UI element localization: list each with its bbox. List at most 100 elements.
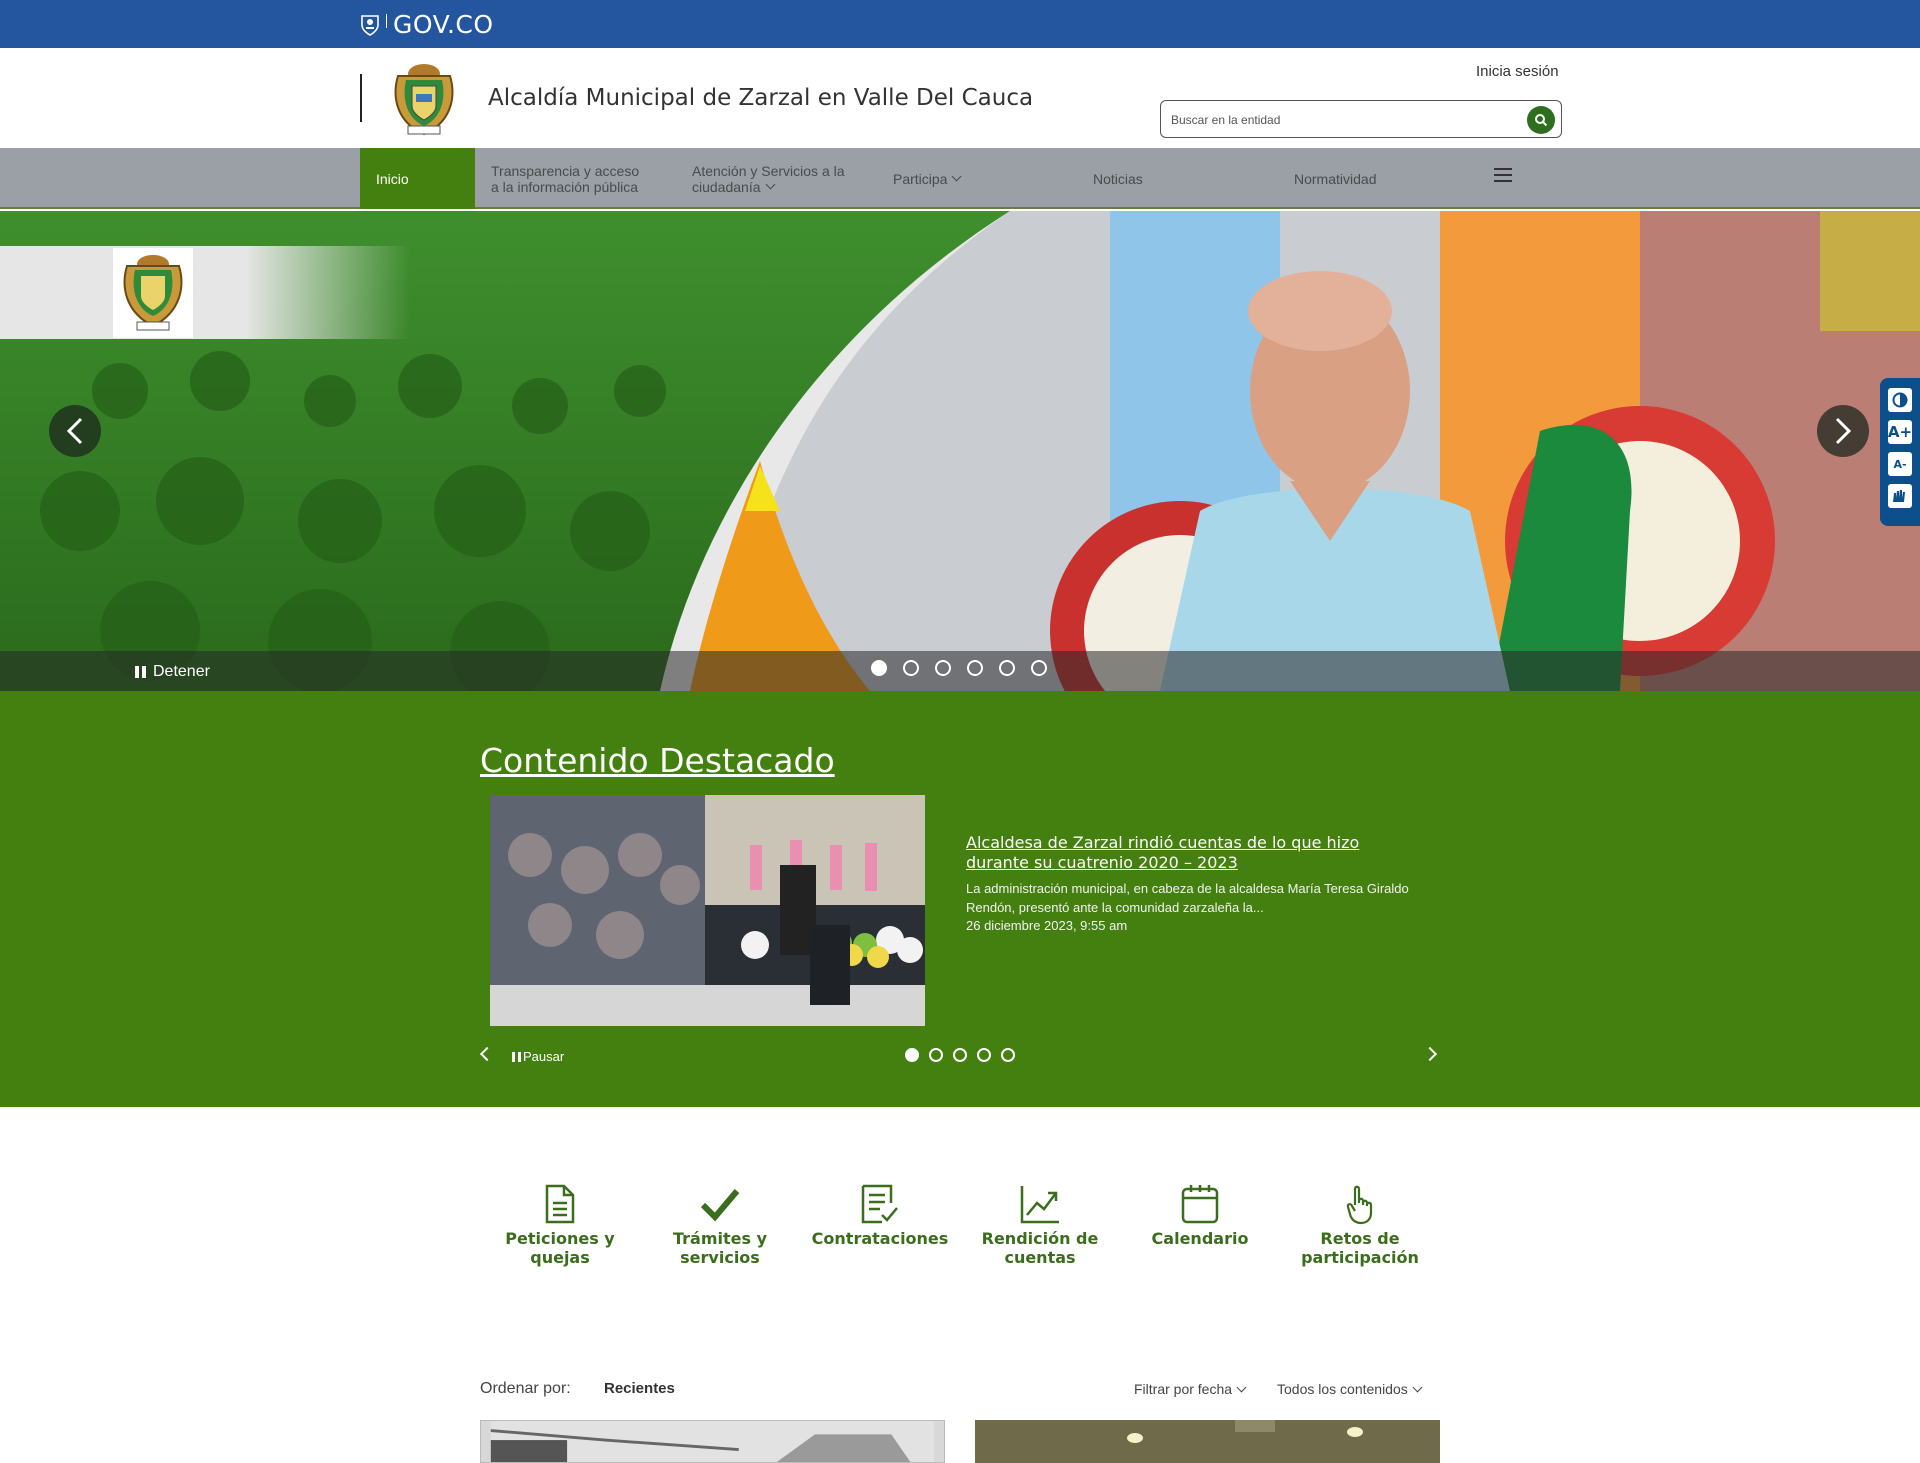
hero-next-button[interactable] — [1817, 405, 1869, 457]
stop-label: Detener — [153, 663, 210, 680]
date-filter-dropdown[interactable]: Filtrar por fecha — [1134, 1381, 1247, 1397]
quick-link-retos[interactable]: Retos de participación — [1280, 1175, 1440, 1285]
nav-item-label-line1: Atención y Servicios a la — [692, 162, 845, 179]
hero-dot[interactable] — [871, 660, 887, 676]
hero-carousel: Detener — [0, 211, 1920, 691]
featured-dot[interactable] — [1001, 1048, 1015, 1062]
quick-link-label: Retos de participación — [1301, 1229, 1419, 1267]
document-icon — [545, 1184, 575, 1224]
pause-icon — [135, 666, 146, 678]
nav-item-label: Transparencia y acceso a la información … — [491, 163, 639, 195]
gov-co-logo[interactable]: GOV.CO — [360, 10, 494, 39]
featured-dot[interactable] — [929, 1048, 943, 1062]
quick-link-contrataciones[interactable]: Contrataciones — [800, 1175, 960, 1285]
featured-news-image[interactable] — [490, 795, 925, 1026]
pause-icon — [512, 1051, 521, 1062]
featured-title[interactable]: Contenido Destacado — [480, 741, 835, 780]
featured-section: Contenido Destacado Alcaldesa de Zarzal … — [0, 691, 1920, 1107]
content-type-label: Todos los contenidos — [1277, 1381, 1408, 1397]
calendar-icon — [1181, 1185, 1219, 1224]
hero-dot[interactable] — [967, 660, 983, 676]
quick-link-label: Contrataciones — [811, 1229, 949, 1248]
quick-link-label: Rendición de cuentas — [981, 1229, 1099, 1267]
site-header: Alcaldía Municipal de Zarzal en Valle De… — [0, 48, 1920, 148]
nav-item-label: Normatividad — [1294, 170, 1377, 187]
chevron-down-icon — [1236, 1382, 1247, 1393]
search-box — [1160, 100, 1562, 138]
municipal-crest-logo[interactable] — [386, 56, 462, 140]
content-type-dropdown[interactable]: Todos los contenidos — [1277, 1381, 1423, 1397]
search-button[interactable] — [1527, 106, 1555, 134]
contrast-button[interactable] — [1888, 388, 1912, 412]
chevron-down-icon — [1412, 1382, 1423, 1393]
featured-pause-button[interactable]: Pausar — [512, 1049, 564, 1064]
nav-item-inicio[interactable]: Inicio — [360, 148, 475, 209]
decrease-font-button[interactable]: A- — [1888, 452, 1912, 476]
contract-icon — [861, 1184, 898, 1224]
featured-news-summary: La administración municipal, en cabeza d… — [966, 881, 1409, 915]
featured-pagination — [905, 1048, 1025, 1062]
nav-item-atencion[interactable]: Atención y Servicios a la ciudadanía — [692, 148, 872, 209]
content-filters: Ordenar por: Recientes Filtrar por fecha… — [480, 1380, 1440, 1404]
chevron-down-icon — [765, 179, 775, 189]
chevron-down-icon — [952, 171, 962, 182]
quick-link-peticiones[interactable]: Peticiones y quejas — [480, 1175, 640, 1285]
hand-icon — [1346, 1185, 1373, 1225]
quick-link-tramites[interactable]: Trámites y servicios — [640, 1175, 800, 1285]
nav-item-label: Participa — [893, 170, 948, 187]
increase-font-button[interactable]: A+ — [1888, 420, 1912, 444]
featured-news: Alcaldesa de Zarzal rindió cuentas de lo… — [966, 833, 1426, 933]
search-icon — [1535, 114, 1548, 127]
chevron-left-icon — [66, 417, 83, 445]
content-card-image[interactable] — [480, 1420, 945, 1463]
hero-pagination — [871, 660, 1063, 676]
hero-dot[interactable] — [1031, 660, 1047, 676]
featured-news-title[interactable]: Alcaldesa de Zarzal rindió cuentas de lo… — [966, 833, 1426, 873]
hero-dot[interactable] — [999, 660, 1015, 676]
content-card-image[interactable] — [975, 1420, 1440, 1463]
hero-controls: Detener — [0, 651, 1920, 691]
entity-name[interactable]: Alcaldía Municipal de Zarzal en Valle De… — [488, 85, 1033, 111]
nav-item-label-line1: Transparencia y acceso — [491, 162, 640, 179]
hamburger-icon[interactable] — [1494, 168, 1512, 184]
date-filter-label: Filtrar por fecha — [1134, 1381, 1233, 1397]
sign-language-button[interactable] — [1888, 484, 1912, 508]
nav-item-label: Inicio — [376, 170, 409, 187]
nav-item-normatividad[interactable]: Normatividad — [1294, 148, 1434, 209]
content-cards — [480, 1420, 1440, 1463]
featured-dot[interactable] — [953, 1048, 967, 1062]
sign-language-icon — [1893, 490, 1905, 502]
pause-label: Pausar — [523, 1049, 565, 1064]
featured-prev-button[interactable] — [479, 1046, 495, 1062]
quick-link-calendario[interactable]: Calendario — [1120, 1175, 1280, 1285]
featured-next-button[interactable] — [1422, 1046, 1438, 1062]
header-divider — [360, 74, 362, 122]
order-recent-option[interactable]: Recientes — [604, 1380, 675, 1397]
hero-stop-button[interactable]: Detener — [135, 663, 210, 681]
quick-link-label: Peticiones y quejas — [505, 1229, 615, 1267]
search-input[interactable] — [1171, 110, 1501, 130]
login-link[interactable]: Inicia sesión — [1476, 63, 1559, 80]
colombia-shield-icon — [361, 14, 379, 36]
featured-dot[interactable] — [905, 1048, 919, 1062]
hero-dot[interactable] — [935, 660, 951, 676]
contrast-icon — [1892, 392, 1908, 408]
nav-item-label-line2: ciudadanía — [692, 178, 761, 195]
gov-co-text: GOV.CO — [393, 10, 494, 39]
main-nav: Inicio Transparencia y acceso a la infor… — [0, 148, 1920, 209]
gov-bar: GOV.CO — [0, 0, 1920, 48]
nav-item-participa[interactable]: Participa — [893, 148, 1043, 209]
featured-dot[interactable] — [977, 1048, 991, 1062]
checkmark-icon — [700, 1189, 740, 1222]
nav-item-label: Atención y Servicios a la ciudadanía — [692, 163, 845, 195]
accessibility-bar: A+ A- — [1880, 378, 1920, 526]
nav-item-transparencia[interactable]: Transparencia y acceso a la información … — [491, 148, 671, 209]
chart-icon — [1020, 1186, 1059, 1224]
logo-separator — [386, 13, 387, 28]
nav-item-noticias[interactable]: Noticias — [1093, 148, 1213, 209]
quick-link-rendicion[interactable]: Rendición de cuentas — [960, 1175, 1120, 1285]
order-label: Ordenar por: — [480, 1380, 571, 1397]
hero-dot[interactable] — [903, 660, 919, 676]
chevron-right-icon — [1835, 417, 1852, 445]
hero-prev-button[interactable] — [49, 405, 101, 457]
